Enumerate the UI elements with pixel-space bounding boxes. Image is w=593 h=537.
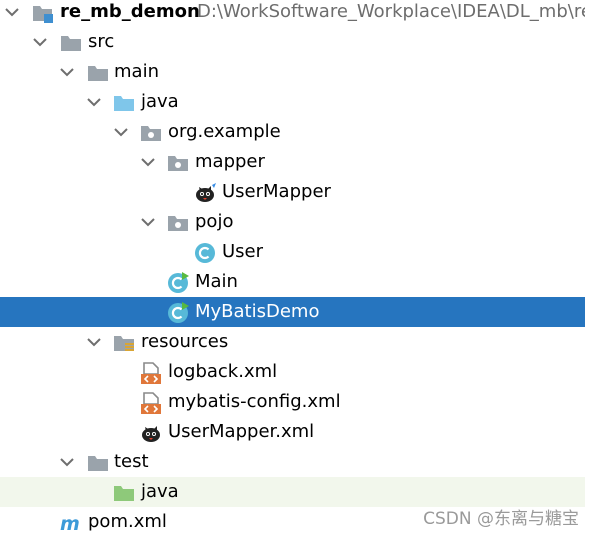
tree-row-project-root[interactable]: re_mb_demon D:\WorkSoftware_Workplace\ID… [0, 0, 593, 27]
mybatis-bird-icon [142, 426, 160, 442]
chevron-down-icon[interactable] [56, 451, 78, 473]
tree-row-mybatis-config-xml[interactable]: mybatis-config.xml [0, 387, 593, 417]
tree-label: java [141, 481, 179, 502]
tree-label: resources [141, 331, 229, 352]
folder-icon [88, 456, 108, 471]
tree-label: UserMapper [222, 181, 331, 202]
folder-icon [88, 66, 108, 81]
chevron-down-icon[interactable] [83, 331, 105, 353]
project-tree: re_mb_demon D:\WorkSoftware_Workplace\ID… [0, 0, 593, 537]
tree-row-main[interactable]: main [0, 57, 593, 87]
tree-label: User [222, 241, 264, 262]
chevron-down-icon[interactable] [110, 121, 132, 143]
maven-icon: m [60, 513, 80, 535]
test-folder-icon [114, 486, 134, 501]
tree-row-test-java[interactable]: java [0, 477, 593, 507]
tree-row-mybatis-demo-selected[interactable]: MyBatisDemo [0, 297, 593, 327]
mybatis-bird-icon [196, 183, 216, 202]
chevron-down-icon[interactable] [83, 91, 105, 113]
tree-label: main [114, 61, 159, 82]
tree-row-java[interactable]: java [0, 87, 593, 117]
tree-row-user-class[interactable]: User [0, 237, 593, 267]
chevron-down-icon[interactable] [137, 211, 159, 233]
tree-label: mybatis-config.xml [168, 391, 341, 412]
tree-row-resources[interactable]: resources [0, 327, 593, 357]
package-icon [168, 216, 188, 231]
tree-label: mapper [195, 151, 265, 172]
tree-row-main-class[interactable]: Main [0, 267, 593, 297]
module-icon [33, 6, 53, 23]
chevron-down-icon[interactable] [56, 61, 78, 83]
tree-label: logback.xml [168, 361, 278, 382]
chevron-down-icon[interactable] [29, 31, 51, 53]
tree-row-logback-xml[interactable]: logback.xml [0, 357, 593, 387]
source-folder-icon [114, 96, 134, 111]
xml-file-icon [141, 362, 161, 384]
tree-label: src [88, 31, 115, 52]
tree-label: org.example [168, 121, 281, 142]
package-icon [141, 126, 161, 141]
package-icon [168, 156, 188, 171]
watermark: CSDN @东离与糖宝 [423, 509, 579, 529]
chevron-down-icon[interactable] [1, 1, 23, 23]
tree-label: MyBatisDemo [195, 301, 320, 322]
tree-label: pom.xml [88, 511, 167, 532]
project-path: D:\WorkSoftware_Workplace\IDEA\DL_mb\re_ [197, 1, 593, 22]
runnable-class-icon [168, 302, 189, 323]
xml-file-icon [141, 392, 161, 414]
tree-label: java [141, 91, 179, 112]
tree-label: UserMapper.xml [168, 421, 315, 442]
tree-row-test[interactable]: test [0, 447, 593, 477]
tree-row-user-mapper[interactable]: UserMapper [0, 177, 593, 207]
right-edge [585, 0, 593, 537]
tree-label: test [114, 451, 149, 472]
chevron-down-icon[interactable] [137, 151, 159, 173]
folder-icon [61, 36, 81, 51]
tree-row-package-pojo[interactable]: pojo [0, 207, 593, 237]
tree-row-user-mapper-xml[interactable]: UserMapper.xml [0, 417, 593, 447]
tree-label: pojo [195, 211, 234, 232]
class-icon [195, 243, 215, 263]
resources-folder-icon [114, 336, 134, 351]
tree-label: Main [195, 271, 238, 292]
tree-row-package-mapper[interactable]: mapper [0, 147, 593, 177]
runnable-class-icon [168, 272, 189, 293]
tree-row-src[interactable]: src [0, 27, 593, 57]
svg-text:m: m [60, 513, 80, 535]
tree-row-package-org-example[interactable]: org.example [0, 117, 593, 147]
project-name: re_mb_demon [60, 1, 200, 22]
